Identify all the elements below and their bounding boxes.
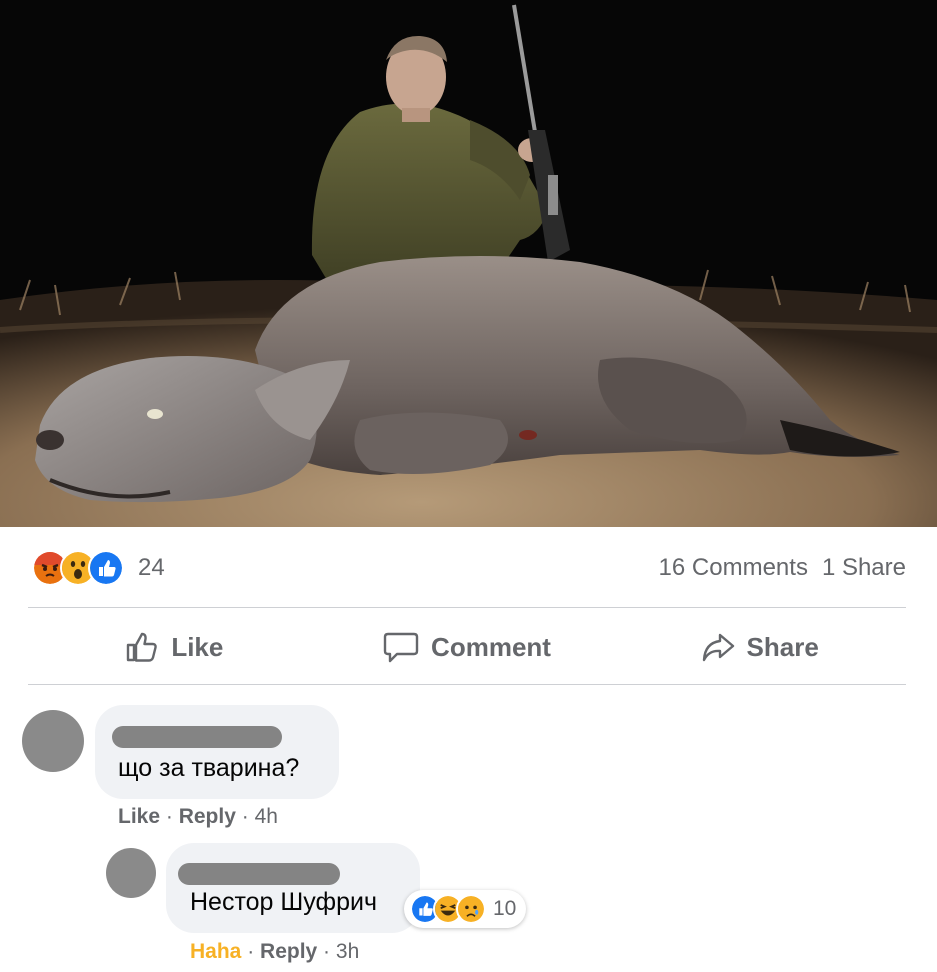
- reply-reply-link[interactable]: Reply: [260, 940, 317, 963]
- reaction-summary: 24 16 Comments 1 Share: [32, 550, 906, 586]
- reaction-count[interactable]: 24: [138, 554, 165, 582]
- comment-time[interactable]: 4h: [255, 805, 278, 828]
- comment-bubble: [95, 705, 339, 799]
- comment-label: Comment: [431, 631, 551, 662]
- thumbs-up-icon: [127, 632, 158, 662]
- divider: [28, 684, 906, 685]
- share-button[interactable]: Share: [613, 612, 906, 682]
- shares-count-link[interactable]: 1 Share: [822, 554, 906, 582]
- comment-button[interactable]: Comment: [321, 612, 614, 682]
- avatar[interactable]: [22, 710, 84, 772]
- comments-count-link[interactable]: 16 Comments: [659, 554, 808, 582]
- reply-time[interactable]: 3h: [336, 940, 359, 963]
- reply-reaction-count: 10: [493, 897, 517, 920]
- avatar[interactable]: [106, 848, 156, 898]
- post-action-bar: Like Comment Share: [28, 612, 906, 682]
- like-icon: [88, 550, 124, 586]
- reply-reaction-badge[interactable]: 10: [404, 890, 527, 928]
- reaction-icons[interactable]: 24: [32, 550, 165, 586]
- reply-text: Нестор Шуфрич: [190, 888, 377, 916]
- redacted-author-name: [178, 863, 340, 885]
- share-label: Share: [746, 631, 819, 662]
- sad-icon: [456, 894, 486, 924]
- like-button[interactable]: Like: [28, 612, 321, 682]
- comment-text: що за тварина?: [118, 754, 300, 782]
- share-arrow-icon: [702, 633, 734, 662]
- redacted-author-name: [112, 726, 282, 748]
- comment-reply-link[interactable]: Reply: [179, 805, 236, 828]
- reacted-haha-link[interactable]: Haha: [190, 940, 241, 963]
- divider: [28, 607, 906, 608]
- like-label: Like: [171, 631, 224, 662]
- comment-like-link[interactable]: Like: [118, 805, 160, 828]
- hunter-with-animal-image: [0, 0, 937, 527]
- comment-bubble-icon: [383, 632, 419, 663]
- reply-meta: Haha · Reply · 3h: [190, 940, 360, 963]
- comment-meta: Like · Reply · 4h: [118, 805, 278, 828]
- post-photo[interactable]: [0, 0, 937, 527]
